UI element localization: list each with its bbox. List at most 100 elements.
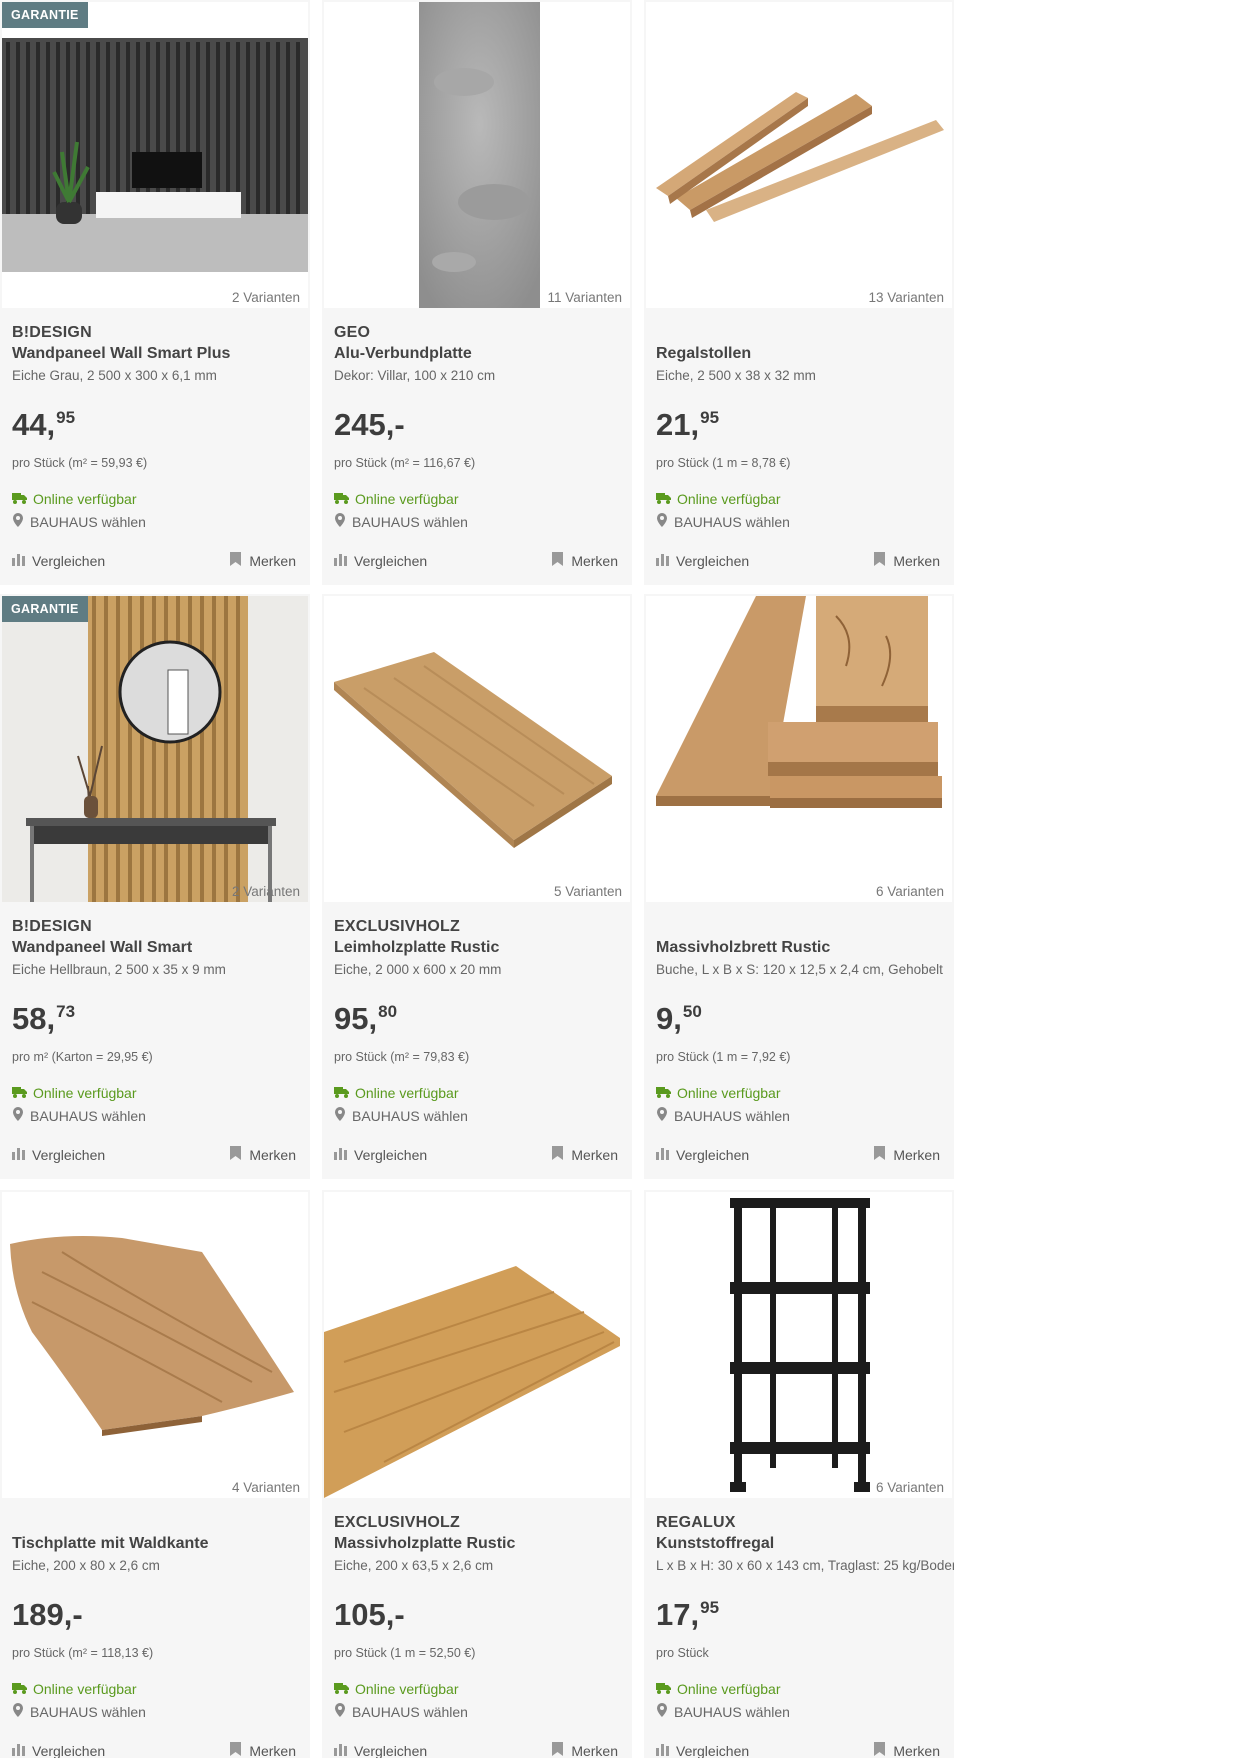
product-title[interactable]: Massivholzplatte Rustic <box>334 1533 620 1554</box>
delivery-truck-icon <box>656 1681 671 1697</box>
price-cents: 95 <box>700 1598 720 1617</box>
price-cents: 50 <box>682 1002 702 1021</box>
price-cents: 95 <box>56 408 76 427</box>
product-title[interactable]: Leimholzplatte Rustic <box>334 937 620 958</box>
product-card[interactable]: 6 Varianten REGALUX Kunststoffregal L x … <box>644 1190 954 1758</box>
store-label: BAUHAUS wählen <box>352 1107 468 1124</box>
variants-count[interactable]: 2 Varianten <box>232 884 300 899</box>
remember-button[interactable]: Merken <box>874 1742 940 1758</box>
product-card[interactable]: 13 Varianten Regalstollen Eiche, 2 500 x… <box>644 0 954 585</box>
remember-button[interactable]: Merken <box>552 1146 618 1163</box>
product-price: 21,95 <box>656 408 719 447</box>
product-card[interactable]: 6 Varianten Massivholzbrett Rustic Buche… <box>644 594 954 1179</box>
product-card[interactable]: GARANTIE 2 Varianten B!DESIGN Wandpaneel… <box>0 0 310 585</box>
product-title[interactable]: Regalstollen <box>656 343 942 364</box>
compare-button[interactable]: Vergleichen <box>334 1146 427 1163</box>
compare-button[interactable]: Vergleichen <box>656 1742 749 1758</box>
delivery-truck-icon <box>334 1085 349 1101</box>
product-price: 95,80 <box>334 1002 397 1041</box>
product-title[interactable]: Wandpaneel Wall Smart Plus <box>12 343 298 364</box>
product-price: 44,95 <box>12 408 75 447</box>
product-image[interactable] <box>324 1192 630 1498</box>
price-cents: 73 <box>56 1002 76 1021</box>
product-title[interactable]: Kunststoffregal <box>656 1533 942 1554</box>
remember-button[interactable]: Merken <box>230 552 296 569</box>
product-card[interactable]: GARANTIE 2 Varianten B!DESIGN Wandpaneel… <box>0 594 310 1179</box>
delivery-truck-icon <box>12 1085 27 1101</box>
store-label: BAUHAUS wählen <box>30 1107 146 1124</box>
bookmark-icon <box>230 552 242 569</box>
online-availability: Online verfügbar <box>334 1085 459 1101</box>
product-image[interactable] <box>646 1192 952 1498</box>
product-card[interactable]: 4 Varianten Tischplatte mit Waldkante Ei… <box>0 1190 310 1758</box>
product-title[interactable]: Alu-Verbundplatte <box>334 343 620 364</box>
bar-chart-icon <box>334 552 348 569</box>
variants-count[interactable]: 6 Varianten <box>876 1480 944 1495</box>
product-title[interactable]: Wandpaneel Wall Smart <box>12 937 298 958</box>
product-image[interactable] <box>2 2 308 308</box>
bar-chart-icon <box>656 1742 670 1758</box>
variants-count[interactable]: 2 Varianten <box>232 290 300 305</box>
store-label: BAUHAUS wählen <box>674 1107 790 1124</box>
store-select[interactable]: BAUHAUS wählen <box>12 513 146 530</box>
variants-count[interactable]: 6 Varianten <box>876 884 944 899</box>
remember-button[interactable]: Merken <box>552 1742 618 1758</box>
online-availability: Online verfügbar <box>12 491 137 507</box>
product-image[interactable] <box>646 2 952 308</box>
remember-button[interactable]: Merken <box>552 552 618 569</box>
product-image[interactable] <box>324 596 630 902</box>
product-card[interactable]: 5 Varianten EXCLUSIVHOLZ Leimholzplatte … <box>322 594 632 1179</box>
compare-label: Vergleichen <box>676 1146 750 1163</box>
remember-button[interactable]: Merken <box>230 1742 296 1758</box>
compare-button[interactable]: Vergleichen <box>12 1146 105 1163</box>
compare-button[interactable]: Vergleichen <box>656 552 749 569</box>
bookmark-icon <box>552 1742 564 1758</box>
delivery-truck-icon <box>334 491 349 507</box>
remember-label: Merken <box>249 1742 296 1758</box>
store-select[interactable]: BAUHAUS wählen <box>334 1703 468 1720</box>
price-cents: 80 <box>378 1002 398 1021</box>
product-card[interactable]: EXCLUSIVHOLZ Massivholzplatte Rustic Eic… <box>322 1190 632 1758</box>
online-availability: Online verfügbar <box>12 1681 137 1697</box>
product-title[interactable]: Tischplatte mit Waldkante <box>12 1533 298 1554</box>
product-detail: Eiche, 200 x 80 x 2,6 cm <box>12 1558 160 1573</box>
guarantee-badge: GARANTIE <box>2 596 88 622</box>
variants-count[interactable]: 13 Varianten <box>868 290 944 305</box>
compare-button[interactable]: Vergleichen <box>12 552 105 569</box>
product-card[interactable]: 11 Varianten GEO Alu-Verbundplatte Dekor… <box>322 0 632 585</box>
compare-button[interactable]: Vergleichen <box>334 1742 427 1758</box>
product-image[interactable] <box>2 1192 308 1498</box>
store-select[interactable]: BAUHAUS wählen <box>334 513 468 530</box>
variants-count[interactable]: 5 Varianten <box>554 884 622 899</box>
product-price: 245,- <box>334 408 405 442</box>
price-main: 245,- <box>334 407 405 442</box>
unit-price: pro m² (Karton = 29,95 €) <box>12 1050 153 1064</box>
store-label: BAUHAUS wählen <box>30 1703 146 1720</box>
compare-button[interactable]: Vergleichen <box>12 1742 105 1758</box>
store-select[interactable]: BAUHAUS wählen <box>656 513 790 530</box>
remember-label: Merken <box>893 1146 940 1163</box>
online-label: Online verfügbar <box>33 1085 137 1101</box>
store-select[interactable]: BAUHAUS wählen <box>334 1107 468 1124</box>
variants-count[interactable]: 4 Varianten <box>232 1480 300 1495</box>
bookmark-icon <box>874 1742 886 1758</box>
compare-button[interactable]: Vergleichen <box>334 552 427 569</box>
product-image[interactable] <box>2 596 308 902</box>
product-brand <box>12 1512 298 1533</box>
store-select[interactable]: BAUHAUS wählen <box>656 1703 790 1720</box>
remember-button[interactable]: Merken <box>874 552 940 569</box>
product-title[interactable]: Massivholzbrett Rustic <box>656 937 942 958</box>
compare-button[interactable]: Vergleichen <box>656 1146 749 1163</box>
store-select[interactable]: BAUHAUS wählen <box>12 1107 146 1124</box>
product-price: 9,50 <box>656 1002 702 1041</box>
store-select[interactable]: BAUHAUS wählen <box>656 1107 790 1124</box>
product-brand: GEO <box>334 324 371 341</box>
remember-button[interactable]: Merken <box>230 1146 296 1163</box>
store-select[interactable]: BAUHAUS wählen <box>12 1703 146 1720</box>
compare-label: Vergleichen <box>32 552 106 569</box>
variants-count[interactable]: 11 Varianten <box>547 290 622 305</box>
price-main: 21, <box>656 407 700 442</box>
product-image[interactable] <box>324 2 630 308</box>
remember-button[interactable]: Merken <box>874 1146 940 1163</box>
product-image[interactable] <box>646 596 952 902</box>
